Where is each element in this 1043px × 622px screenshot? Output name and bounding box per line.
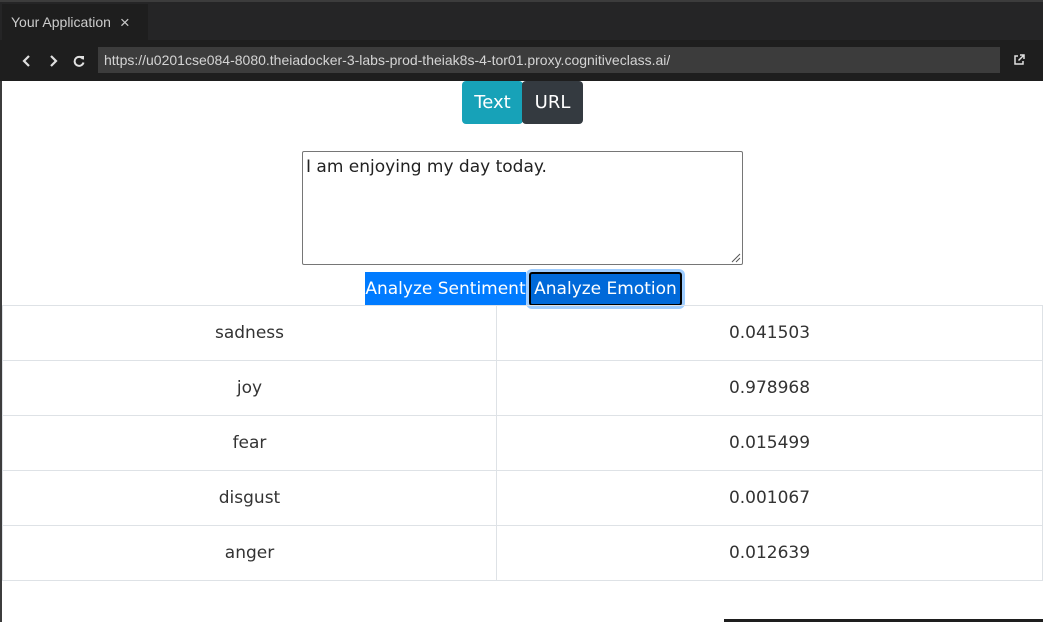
emotion-label: sadness (2, 305, 497, 361)
browser-toolbar: https://u0201cse084-8080.theiadocker-3-l… (0, 40, 1043, 81)
emotion-label: joy (2, 360, 497, 416)
chevron-right-icon[interactable] (40, 48, 66, 74)
text-input[interactable] (302, 151, 743, 265)
text-mode-button[interactable]: Text (462, 81, 523, 124)
refresh-icon[interactable] (66, 48, 92, 74)
emotion-score: 0.012639 (496, 525, 1043, 581)
emotion-score: 0.015499 (496, 415, 1043, 471)
table-row: anger 0.012639 (2, 525, 1043, 581)
external-link-icon[interactable] (1008, 49, 1030, 71)
table-row: fear 0.015499 (2, 415, 1043, 471)
url-mode-button[interactable]: URL (522, 81, 583, 124)
emotion-results-table: sadness 0.041503 joy 0.978968 fear 0.015… (2, 305, 1043, 581)
resize-handle-icon[interactable] (729, 251, 741, 263)
app-page: Text URL Analyze Sentiment Analyze Emoti… (0, 81, 1043, 622)
emotion-score: 0.978968 (496, 360, 1043, 416)
emotion-label: anger (2, 525, 497, 581)
chevron-left-icon[interactable] (14, 48, 40, 74)
url-text: https://u0201cse084-8080.theiadocker-3-l… (104, 52, 671, 68)
table-row: sadness 0.041503 (2, 305, 1043, 361)
emotion-label: fear (2, 415, 497, 471)
table-row: joy 0.978968 (2, 360, 1043, 416)
tab-your-application[interactable]: Your Application × (2, 4, 148, 40)
analyze-sentiment-button[interactable]: Analyze Sentiment (365, 272, 526, 306)
tab-bar: Your Application × (0, 0, 1043, 40)
analyze-emotion-button[interactable]: Analyze Emotion (529, 272, 682, 306)
tab-title: Your Application (11, 14, 111, 30)
emotion-score: 0.041503 (496, 305, 1043, 361)
table-row: disgust 0.001067 (2, 470, 1043, 526)
emotion-label: disgust (2, 470, 497, 526)
emotion-score: 0.001067 (496, 470, 1043, 526)
url-bar[interactable]: https://u0201cse084-8080.theiadocker-3-l… (98, 47, 1000, 73)
close-icon[interactable]: × (120, 14, 130, 31)
